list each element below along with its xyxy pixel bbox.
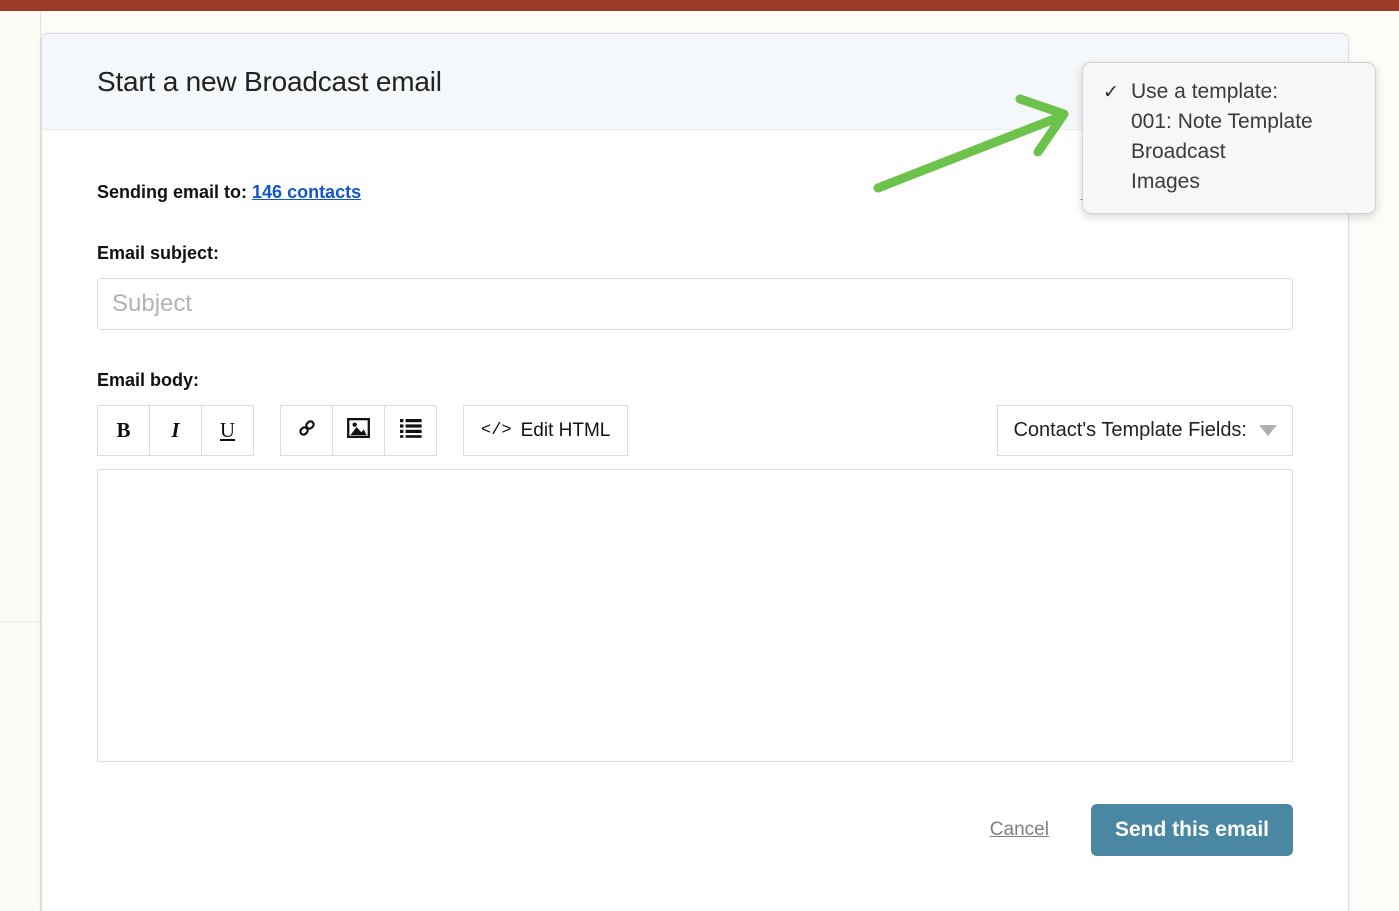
email-body-textarea[interactable] [97, 469, 1293, 762]
edit-html-label: Edit HTML [520, 419, 611, 441]
page-title: Start a new Broadcast email [97, 65, 442, 97]
bulleted-list-icon [399, 418, 422, 444]
sending-email-to: Sending email to: 146 contacts [97, 182, 361, 203]
template-menu-item-label: Use a template: [1131, 80, 1279, 103]
template-menu-item-label: 001: Note Template [1131, 110, 1313, 133]
left-sidebar-rail [0, 11, 41, 911]
template-menu-item-label: Broadcast [1131, 140, 1226, 163]
insert-link-button[interactable] [280, 405, 333, 456]
email-body-label: Email body: [97, 370, 200, 390]
italic-button[interactable]: I [149, 405, 202, 456]
dialog-footer: Cancel Send this email [97, 804, 1293, 856]
edit-html-button[interactable]: </> Edit HTML [463, 405, 629, 456]
template-menu-item-label: Images [1131, 170, 1200, 193]
email-subject-input[interactable] [97, 278, 1293, 330]
bold-button[interactable]: B [97, 405, 150, 456]
editor-toolbar: B I U </> Edit HTML Contact's Template F… [97, 405, 1293, 456]
template-menu-item-use-a-template[interactable]: ✓ Use a template: [1083, 77, 1375, 107]
insert-button-group [280, 405, 437, 456]
cancel-button[interactable]: Cancel [990, 819, 1049, 841]
template-menu-item-broadcast[interactable]: Broadcast [1083, 137, 1375, 167]
underline-button[interactable]: U [201, 405, 254, 456]
template-dropdown-menu: ✓ Use a template: 001: Note Template Bro… [1082, 62, 1376, 214]
link-icon [296, 417, 318, 445]
template-fields-label: Contact's Template Fields: [1013, 419, 1247, 441]
contacts-count-link[interactable]: 146 contacts [252, 182, 361, 202]
template-menu-item-001-note-template[interactable]: 001: Note Template [1083, 107, 1375, 137]
screenshot-root: Start a new Broadcast email Sending emai… [0, 0, 1399, 911]
template-menu-item-images[interactable]: Images [1083, 167, 1375, 197]
email-subject-label: Email subject: [97, 243, 220, 263]
dialog-body: Sending email to: 146 contacts Send test… [42, 130, 1348, 856]
image-icon [347, 417, 370, 444]
checkmark-icon: ✓ [1103, 81, 1119, 103]
chevron-down-icon [1259, 425, 1277, 436]
text-format-button-group: B I U [97, 405, 254, 456]
sidebar-divider [0, 621, 41, 622]
insert-image-button[interactable] [332, 405, 385, 456]
code-brackets-icon: </> [481, 421, 512, 440]
sending-email-to-label: Sending email to: [97, 182, 248, 202]
browser-chrome-top-bar [0, 0, 1399, 11]
contacts-template-fields-dropdown[interactable]: Contact's Template Fields: [997, 405, 1293, 456]
send-this-email-button[interactable]: Send this email [1090, 804, 1293, 856]
bulleted-list-button[interactable] [384, 405, 437, 456]
